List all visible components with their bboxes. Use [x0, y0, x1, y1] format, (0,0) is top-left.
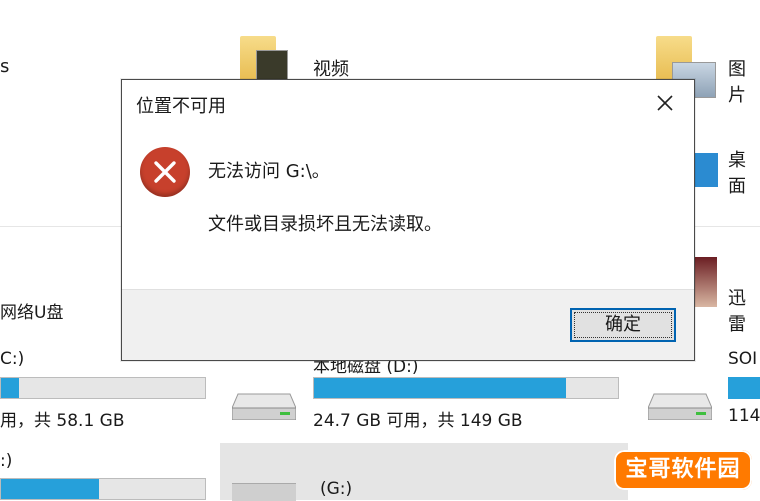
drive-bottom-left-label: :) [0, 451, 13, 471]
dialog-title: 位置不可用 [136, 96, 226, 117]
ok-button[interactable]: 确定 [570, 308, 676, 342]
dialog-footer: 确定 [122, 289, 694, 360]
partial-label: s [0, 56, 10, 77]
drive-c-size: 用，共 58.1 GB [0, 411, 125, 431]
error-message-primary: 无法访问 G:\。 [208, 161, 330, 182]
drive-g-icon [232, 483, 296, 501]
close-icon [657, 95, 673, 111]
drive-d-size: 24.7 GB 可用，共 149 GB [313, 411, 523, 431]
drive-right-label: SOI [728, 349, 758, 369]
drive-g-label: (G:) [320, 479, 353, 499]
drive-d-usage-bar [313, 377, 619, 399]
film-icon [256, 50, 288, 80]
pictures-label: 图片 [728, 59, 746, 106]
drive-g[interactable]: (G:) [220, 443, 628, 501]
videos-label: 视频 [313, 59, 349, 80]
close-button[interactable] [648, 86, 682, 120]
drive-right-usage-bar [728, 377, 760, 399]
drive-bottom-left-usage-fill [1, 479, 99, 499]
desktop-label: 桌面 [728, 150, 746, 197]
error-icon [140, 147, 190, 197]
drive-right-size: 114 [728, 406, 760, 426]
site-watermark: 宝哥软件园 [614, 450, 752, 490]
drive-d-usage-fill [314, 378, 567, 398]
xunlei-label[interactable]: 迅雷 [728, 284, 760, 336]
network-disk-label[interactable]: 网络U盘 [0, 298, 63, 323]
drive-bottom-left-usage-bar [0, 478, 206, 500]
desktop-folder-icon [694, 153, 718, 187]
drive-c-label: C:) [0, 349, 25, 369]
drive-d-icon [231, 390, 297, 421]
location-unavailable-dialog: 位置不可用 无法访问 G:\。 文件或目录损坏且无法读取。 确定 [121, 79, 695, 361]
drive-c-usage-fill [1, 378, 20, 398]
xunlei-icon [695, 257, 717, 307]
drive-c-usage-bar [0, 377, 206, 399]
error-message-detail: 文件或目录损坏且无法读取。 [208, 214, 442, 235]
drive-right-icon [647, 390, 713, 421]
